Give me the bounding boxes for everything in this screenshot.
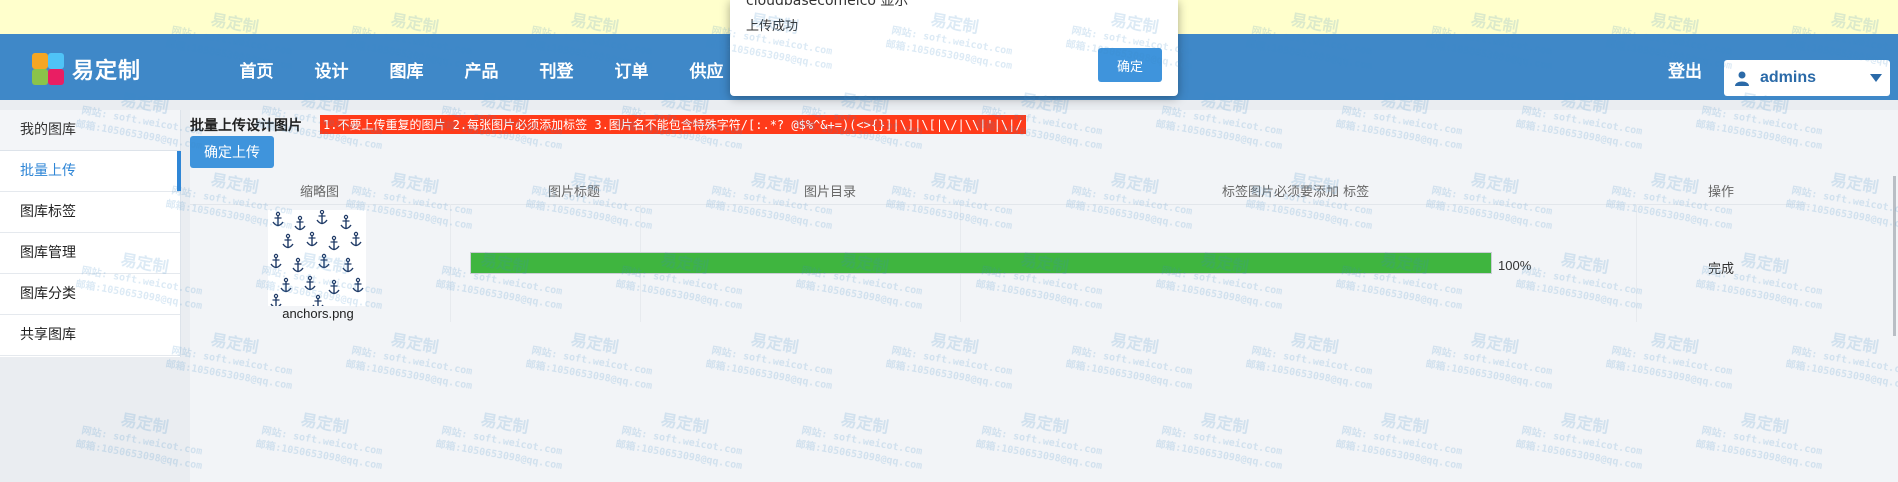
- sidebar-item-shared-gallery[interactable]: 共享图库: [0, 315, 180, 356]
- dialog-message: 上传成功: [746, 19, 799, 34]
- table-row: anchors.png 100% 完成: [190, 204, 1810, 322]
- user-dropdown[interactable]: admins: [1724, 60, 1890, 96]
- main-nav: 首页 设计 图库 产品 刊登 订单 供应: [220, 34, 745, 100]
- dialog-ok-button[interactable]: 确定: [1098, 48, 1162, 82]
- sidebar-item-gallery-tags[interactable]: 图库标签: [0, 192, 180, 233]
- page-title: 批量上传设计图片: [190, 118, 302, 134]
- logout-link[interactable]: 登出: [1668, 34, 1702, 100]
- nav-home[interactable]: 首页: [220, 34, 295, 100]
- col-tags: 标签图片必须要添加 标签: [1222, 185, 1370, 200]
- col-directory: 图片目录: [804, 185, 857, 200]
- logo-icon: [30, 51, 66, 87]
- watermark-site: 网站: soft.weicot.com: [80, 425, 204, 458]
- column-divider: [1636, 204, 1637, 322]
- file-name: anchors.png: [282, 306, 354, 321]
- chevron-down-icon: [1870, 74, 1882, 82]
- nav-products[interactable]: 产品: [445, 34, 520, 100]
- col-thumbnail: 缩略图: [300, 185, 340, 200]
- sidebar-header: 我的图库: [0, 110, 180, 151]
- sidebar: 我的图库 批量上传 图库标签 图库管理 图库分类 共享图库: [0, 110, 181, 357]
- thumbnail-image[interactable]: [268, 210, 366, 306]
- upload-progress-fill: [471, 253, 1491, 273]
- upload-progress-text: 100%: [1498, 258, 1532, 273]
- sidebar-item-gallery-manage[interactable]: 图库管理: [0, 233, 180, 274]
- alert-dialog: cloudbasecomelco 显示 上传成功 确定: [730, 0, 1178, 96]
- anchor-pattern-icon: [270, 210, 364, 306]
- column-divider: [450, 204, 451, 322]
- logo-text: 易定制: [72, 59, 142, 84]
- nav-gallery[interactable]: 图库: [370, 34, 445, 100]
- watermark-email: 邮箱:1050653098@qq.com: [74, 438, 204, 473]
- sidebar-item-batch-upload[interactable]: 批量上传: [0, 151, 181, 192]
- upload-progress-bar: [470, 252, 1492, 274]
- username: admins: [1760, 69, 1817, 86]
- col-title: 图片标题: [548, 185, 601, 200]
- logo[interactable]: 易定制: [30, 49, 190, 89]
- nav-listing[interactable]: 刊登: [520, 34, 595, 100]
- col-actions: 操作: [1708, 185, 1735, 200]
- vertical-scrollbar[interactable]: [1893, 176, 1896, 336]
- confirm-upload-button[interactable]: 确定上传: [190, 136, 274, 168]
- upload-status: 完成: [1708, 262, 1735, 277]
- table-header: 缩略图 图片标题 图片目录 标签图片必须要添加 标签 操作: [190, 174, 1810, 205]
- upload-warning: 1.不要上传重复的图片 2.每张图片必须添加标签 3.图片名不能包含特殊字符/[…: [320, 115, 1026, 134]
- nav-design[interactable]: 设计: [295, 34, 370, 100]
- watermark-brand: 易定制: [119, 409, 171, 438]
- upload-table: 缩略图 图片标题 图片目录 标签图片必须要添加 标签 操作 anchors.pn…: [190, 174, 1890, 482]
- main-content: 批量上传设计图片 1.不要上传重复的图片 2.每张图片必须添加标签 3.图片名不…: [190, 110, 1898, 482]
- nav-orders[interactable]: 订单: [595, 34, 670, 100]
- sidebar-item-gallery-category[interactable]: 图库分类: [0, 274, 180, 315]
- user-icon: [1735, 71, 1749, 86]
- dialog-title: cloudbasecomelco 显示: [746, 0, 909, 9]
